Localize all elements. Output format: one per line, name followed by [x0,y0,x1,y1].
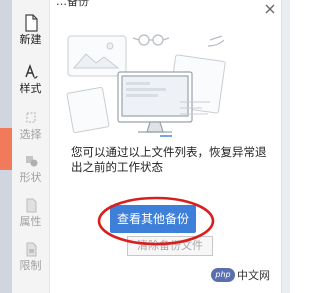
sidebar-item-label: 选择 [19,128,42,141]
sidebar-item-label: 新建 [19,33,42,46]
backup-illustration [66,34,226,137]
sidebar: 新建 样式 选择 形状 属性 限制 [12,0,50,293]
sidebar-item-label: 限制 [19,259,42,272]
watermark: php 中文网 [211,265,270,285]
view-other-backups-button[interactable]: 查看其他备份 [110,205,196,233]
sidebar-item-shape[interactable]: 形状 [12,152,49,184]
php-logo: php [211,268,235,282]
sidebar-item-properties[interactable]: 属性 [12,196,49,228]
sidebar-item-label: 样式 [19,82,42,95]
sidebar-item-label: 属性 [19,215,42,228]
sidebar-item-label: 形状 [19,171,42,184]
left-edge-strip [0,0,12,293]
select-icon [12,109,49,127]
properties-icon [12,196,49,214]
sidebar-item-style[interactable]: 样式 [12,63,49,95]
left-edge-accent [0,128,12,170]
sidebar-item-select[interactable]: 选择 [12,109,49,141]
text-style-icon [12,63,49,81]
dialog-title: …备份 [56,0,89,8]
shape-icon [12,152,49,170]
backup-message: 您可以通过以上文件列表，恢复异常退出之前的工作状态 [71,145,267,174]
window-right-border [281,0,290,293]
sidebar-item-restrict[interactable]: 限制 [12,240,49,272]
lock-icon [12,240,49,258]
watermark-text: 中文网 [237,269,270,282]
sidebar-item-new[interactable]: 新建 [12,14,49,46]
close-icon[interactable] [265,4,275,14]
clear-backup-files-button[interactable]: 清除备份文件 [127,236,213,256]
document-icon [12,14,49,32]
